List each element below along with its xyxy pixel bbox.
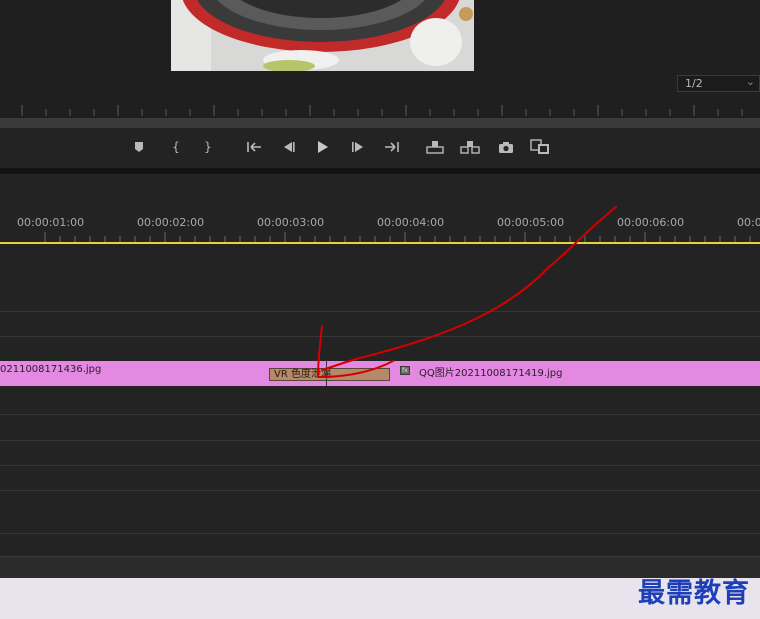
- go-to-out-button[interactable]: [382, 137, 402, 157]
- playback-resolution-value: 1/2: [685, 77, 703, 90]
- add-marker-button[interactable]: [129, 137, 149, 157]
- camera-icon: [499, 141, 513, 153]
- vr-chroma-leak-transition[interactable]: VR 色度泄漏: [269, 368, 390, 381]
- preview-image: [171, 0, 474, 71]
- step-back-button[interactable]: [278, 137, 298, 157]
- timecode-label: 00:00:06:00: [617, 216, 685, 229]
- play-icon: [318, 141, 328, 153]
- timecode-label: 00:00:02:00: [137, 216, 205, 229]
- clip-left-label: 0211008171436.jpg: [0, 364, 102, 375]
- export-frame-button[interactable]: [496, 137, 516, 157]
- track-divider: [0, 311, 760, 312]
- lift-icon: [426, 141, 444, 154]
- timecode-label: 00:00: [737, 216, 760, 229]
- watermark-logo: 最需教育: [638, 578, 750, 609]
- track-divider: [0, 414, 760, 415]
- go-to-out-icon: [385, 142, 399, 152]
- track-divider: [0, 465, 760, 466]
- timecode-label: 00:00:05:00: [497, 216, 565, 229]
- go-to-in-icon: [247, 142, 261, 152]
- edit-point-line: [326, 360, 327, 386]
- go-to-in-button[interactable]: [244, 137, 264, 157]
- timecode-label: 00:00:03:00: [257, 216, 325, 229]
- track-divider: [0, 440, 760, 441]
- step-forward-button[interactable]: [348, 137, 368, 157]
- comparison-icon: [530, 139, 549, 154]
- step-forward-icon: [352, 142, 363, 152]
- step-back-icon: [284, 142, 295, 152]
- fx-badge-icon: fx: [400, 366, 410, 375]
- extract-button[interactable]: [460, 137, 480, 157]
- transport-controls: [0, 128, 760, 168]
- lift-button[interactable]: [425, 137, 445, 157]
- track-divider: [0, 336, 760, 337]
- chevron-down-icon: ⌄: [745, 75, 755, 88]
- track-divider: [0, 490, 760, 491]
- marker-icon: [135, 142, 143, 152]
- mark-in-button[interactable]: {: [166, 137, 186, 157]
- mark-in-icon: {: [172, 140, 180, 154]
- clip-right-label: QQ图片20211008171419.jpg: [419, 368, 563, 379]
- timecode-label: 00:00:04:00: [377, 216, 445, 229]
- comparison-view-button[interactable]: [530, 137, 550, 157]
- video-preview: [171, 0, 474, 71]
- playback-resolution-select[interactable]: 1/2 ⌄: [677, 75, 760, 92]
- work-area-bar[interactable]: [0, 242, 760, 244]
- track-divider: [0, 533, 760, 534]
- play-button[interactable]: [312, 137, 332, 157]
- mark-out-button[interactable]: }: [198, 137, 218, 157]
- timecode-label: 00:00:01:00: [17, 216, 85, 229]
- mark-out-icon: }: [204, 140, 212, 154]
- extract-icon: [460, 141, 480, 154]
- monitor-time-ruler[interactable]: [0, 100, 760, 118]
- monitor-scrub-bar[interactable]: [0, 118, 760, 128]
